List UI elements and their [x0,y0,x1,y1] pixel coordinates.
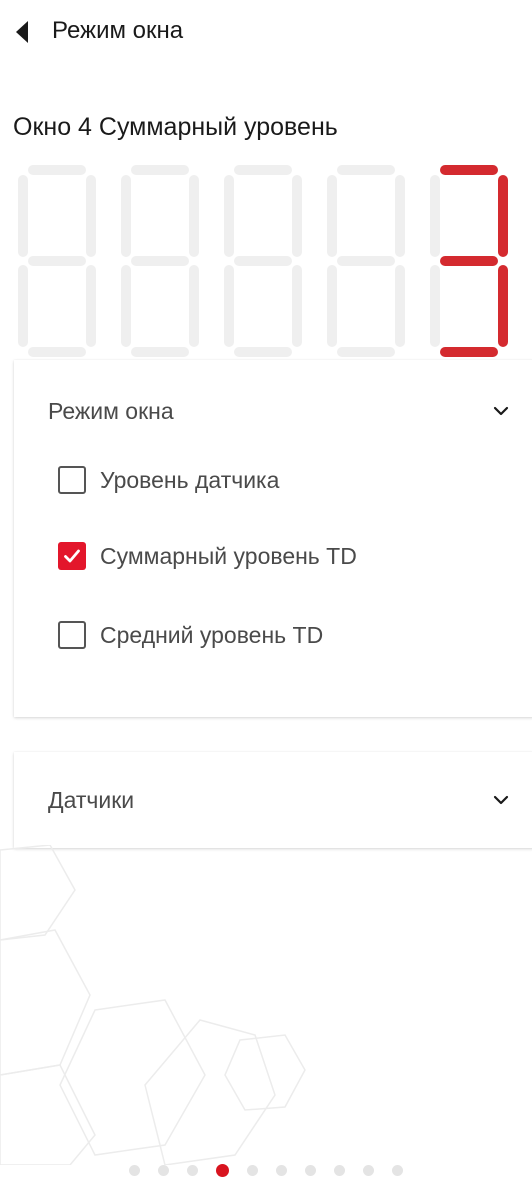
display-segment-f [430,175,440,257]
page-dot[interactable] [363,1164,374,1176]
display-segment-c [498,265,508,347]
page-dot[interactable] [334,1164,345,1176]
option-average-level-td[interactable]: Средний уровень TD [58,615,323,655]
checkbox-average-level-td[interactable] [58,621,86,649]
window-title: Окно 4 Суммарный уровень [13,113,338,141]
back-button[interactable] [8,16,36,48]
display-segment-d [131,347,189,357]
display-segment-g [440,256,498,266]
display-digit [224,165,302,357]
display-digit [18,165,96,357]
display-segment-a [337,165,395,175]
mode-panel-title: Режим окна [48,398,174,424]
display-segment-g [234,256,292,266]
display-segment-f [121,175,131,257]
option-sensor-level[interactable]: Уровень датчика [58,460,279,500]
sensors-panel-header[interactable]: Датчики [14,752,532,848]
page-dot-active[interactable] [216,1163,229,1177]
page-dot[interactable] [129,1164,140,1176]
header: Режим окна [0,0,532,64]
display-segment-e [18,265,28,347]
display-segment-a [440,165,498,175]
background-hexagon-pattern [0,845,306,1165]
display-segment-g [337,256,395,266]
page-dot[interactable] [276,1164,287,1176]
option-label: Уровень датчика [100,467,280,493]
display-segment-f [224,175,234,257]
page-dot[interactable] [187,1164,198,1176]
display-segment-c [395,265,405,347]
display-segment-e [430,265,440,347]
display-segment-e [327,265,337,347]
chevron-down-icon [493,795,509,805]
header-title: Режим окна [52,17,184,44]
display-segment-e [224,265,234,347]
display-segment-g [28,256,86,266]
option-label: Средний уровень TD [100,622,324,648]
display-digit [121,165,199,357]
display-segment-d [337,347,395,357]
display-segment-b [86,175,96,257]
mode-panel: Режим окна Уровень датчика Суммарный уро… [14,360,532,717]
display-segment-g [131,256,189,266]
page-dot[interactable] [158,1164,169,1176]
checkbox-sensor-level[interactable] [58,466,86,494]
display-segment-e [121,265,131,347]
display-digit [430,165,508,357]
checkbox-total-level-td[interactable] [58,542,86,570]
page-dot[interactable] [305,1164,316,1176]
display-digit [327,165,405,357]
display-segment-b [189,175,199,257]
display-segment-a [131,165,189,175]
display-segment-b [498,175,508,257]
display-segment-d [28,347,86,357]
page-indicator [0,1160,532,1180]
option-label: Суммарный уровень TD [100,543,357,569]
option-total-level-td[interactable]: Суммарный уровень TD [58,536,357,576]
display-segment-c [189,265,199,347]
display-segment-b [395,175,405,257]
mode-panel-header[interactable]: Режим окна [14,360,532,460]
back-arrow-icon [16,21,28,43]
sensors-panel-title: Датчики [48,787,135,813]
page-dot[interactable] [392,1164,403,1176]
check-icon [64,549,80,563]
display-segment-a [234,165,292,175]
seven-segment-display [18,165,508,357]
display-segment-d [440,347,498,357]
display-segment-c [292,265,302,347]
display-segment-c [86,265,96,347]
display-segment-f [18,175,28,257]
display-segment-a [28,165,86,175]
sensors-panel: Датчики [14,752,532,848]
chevron-down-icon [493,406,509,416]
display-segment-b [292,175,302,257]
display-segment-f [327,175,337,257]
page-dot[interactable] [247,1164,258,1176]
display-segment-d [234,347,292,357]
